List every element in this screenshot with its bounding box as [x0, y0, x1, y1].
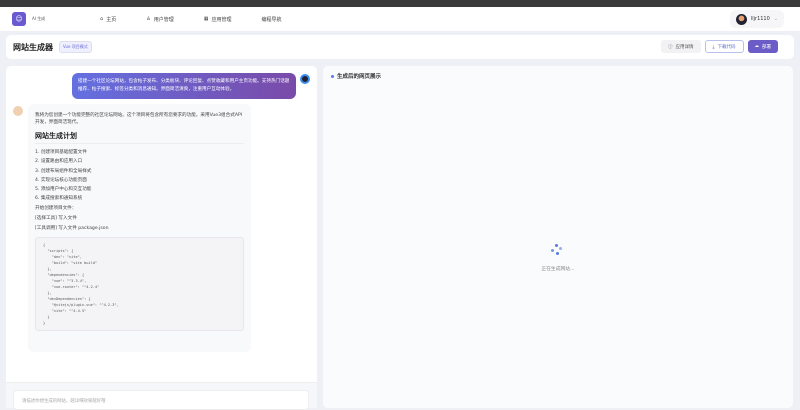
chat-panel: 搭建一个社区论坛网站，包含帖子发布、分类板块、评论回复、点赞收藏和用户主页功能。…: [6, 66, 317, 410]
code-block: { "scripts": { "dev": "vite", "build": "…: [35, 237, 244, 332]
ai-avatar: [13, 106, 23, 116]
grid-icon: ▦: [203, 16, 209, 22]
browser-top-bar: [0, 0, 800, 7]
nav-item-coding-nav[interactable]: 编程导航: [261, 16, 281, 23]
nav-item-home[interactable]: ⌂ 主页: [100, 16, 116, 23]
user-menu[interactable]: lljr1110 ⌄: [729, 10, 784, 28]
plan-item: 6. 集成搜索和通知系统: [35, 196, 83, 202]
preview-title: 生成后的网页展示: [331, 72, 381, 80]
info-icon: ⓘ: [668, 44, 673, 50]
nav-item-apps[interactable]: ▦ 应用管理: [204, 16, 232, 23]
plan-title: 网站生成计划: [35, 133, 244, 144]
loading-text: 正在生成网站...: [541, 267, 575, 272]
tool-select-text: [选择工具] 写入文件: [35, 216, 77, 222]
chevron-down-icon: ⌄: [773, 16, 778, 22]
plan-list: 1. 创建项目基础配置文件 2. 设置路由和应用入口 3. 创建布局组件和全局样…: [35, 149, 244, 202]
loading-spinner-icon: [551, 244, 563, 256]
download-code-button[interactable]: ⤓ 下载代码: [704, 40, 744, 53]
start-text: 开始创建项目文件：: [35, 206, 77, 212]
bullet-dot-icon: [331, 74, 334, 78]
plan-item: 4. 实现论坛核心功能页面: [35, 177, 87, 183]
plan-item: 2. 设置路由和应用入口: [35, 159, 83, 165]
input-area: 请描述你想生成的网站，越详细效果越好哦: [6, 382, 317, 410]
app-logo[interactable]: ☺: [12, 12, 26, 26]
user-message: 搭建一个社区论坛网站，包含帖子发布、分类板块、评论回复、点赞收藏和用户主页功能。…: [72, 73, 296, 99]
brand-name: AI 生成: [32, 16, 46, 21]
page-title: 网站生成器: [13, 42, 53, 52]
user-message-avatar: [300, 74, 310, 84]
plan-item: 5. 添加用户中心和交互功能: [35, 187, 92, 193]
username: lljr1110: [750, 16, 770, 22]
home-icon: ⌂: [100, 16, 104, 22]
app-details-button[interactable]: ⓘ 应用详情: [661, 40, 701, 53]
deploy-button[interactable]: ☁ 部署: [747, 40, 778, 53]
page-header: 网站生成器 Vue 项目模式 ⓘ 应用详情 ⤓ 下载代码 ☁ 部署: [6, 35, 794, 59]
plan-item: 1. 创建项目基础配置文件: [35, 150, 87, 155]
prompt-input[interactable]: 请描述你想生成的网站，越详细效果越好哦: [13, 390, 309, 410]
ai-message: 我将为您创建一个功能完整的社区论坛网站。这个项目将包含所有您要求的功能，采用Vu…: [28, 104, 251, 352]
tool-call-text: [工具调用] 写入文件 package.json: [35, 226, 109, 232]
ai-intro: 我将为您创建一个功能完整的社区论坛网站。这个项目将包含所有您要求的功能，采用Vu…: [35, 113, 243, 125]
top-nav: ☺ AI 生成 ⌂ 主页 ♙ 用户管理 ▦ 应用管理 编程导航 lljr1110 ⌄: [0, 7, 800, 31]
mode-badge: Vue 项目模式: [59, 41, 92, 53]
preview-panel: 生成后的网页展示 正在生成网站...: [323, 66, 793, 408]
cloud-icon: ☁: [754, 44, 760, 49]
plan-item: 3. 创建布局组件和全局样式: [35, 168, 92, 174]
nav-item-users[interactable]: ♙ 用户管理: [146, 16, 174, 23]
user-avatar: [735, 13, 747, 25]
download-icon: ⤓: [712, 44, 715, 50]
user-icon: ♙: [146, 16, 151, 22]
